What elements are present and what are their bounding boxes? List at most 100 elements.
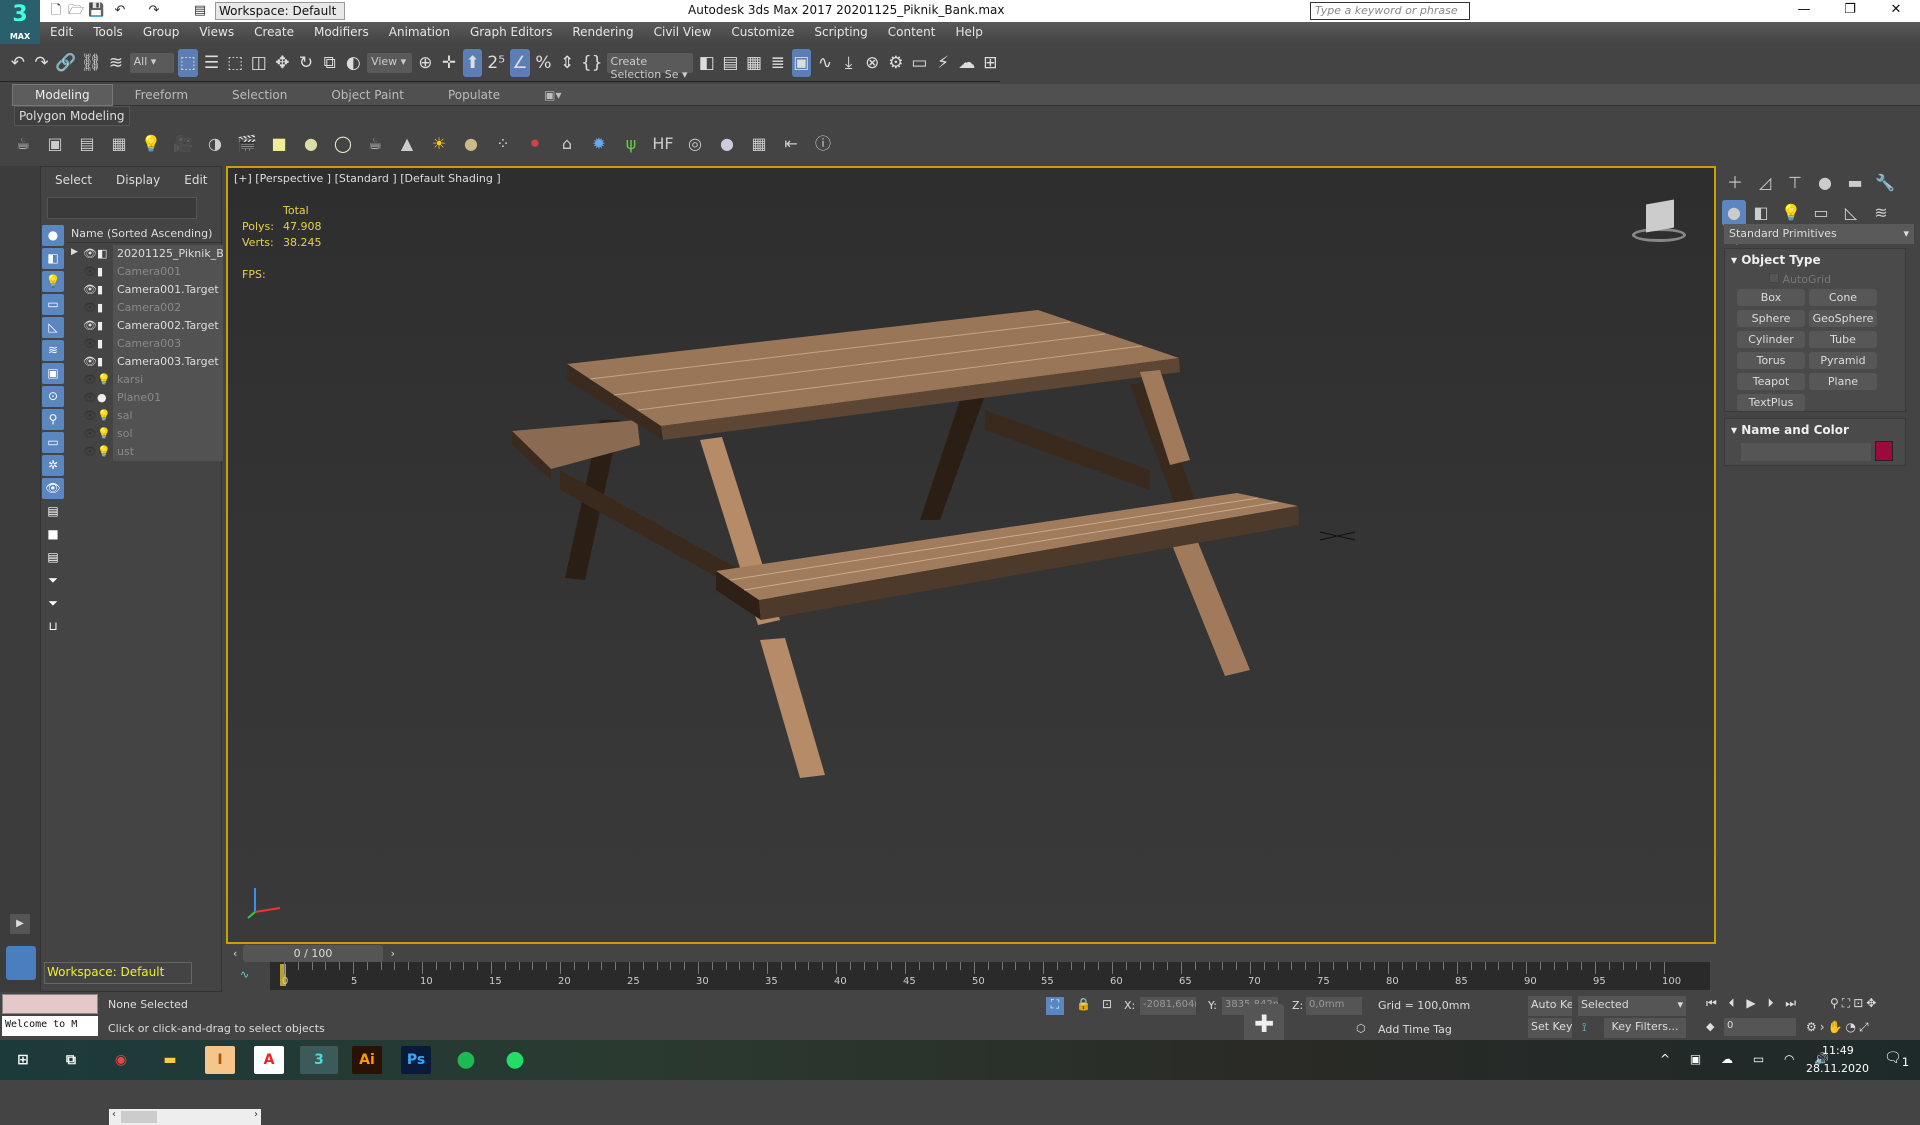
percent-snap-icon[interactable]: % <box>534 49 554 77</box>
box-outline-icon[interactable]: ■ <box>42 524 64 545</box>
expand-arrow-icon[interactable]: ▶ <box>10 914 30 934</box>
scene-item[interactable]: 👁 💡 sal <box>67 407 223 425</box>
lock-icon[interactable]: 🔒 <box>1076 997 1091 1011</box>
manipulate-icon[interactable]: ✛ <box>439 49 459 77</box>
primitive-button-tube[interactable]: Tube <box>1809 331 1877 348</box>
search-input[interactable]: Type a keyword or phrase <box>1310 2 1470 20</box>
gear-sphere-icon[interactable]: ✹ <box>586 131 612 157</box>
xrefs-filter-icon[interactable]: ⊙ <box>42 386 64 407</box>
menu-help[interactable]: Help <box>946 22 993 42</box>
chrome-icon[interactable]: ◉ <box>106 1046 136 1074</box>
task-view-icon[interactable]: ⧉ <box>56 1046 86 1074</box>
filter-icon[interactable]: ⏷ <box>42 570 64 591</box>
clock-date[interactable]: 28.11.2020 <box>1806 1062 1869 1075</box>
motion-tab-icon[interactable]: ● <box>1810 170 1840 196</box>
bones-filter-icon[interactable]: ⚲ <box>42 409 64 430</box>
film-camera-icon[interactable]: 🎬 <box>234 131 260 157</box>
polygon-modeling-panel[interactable]: Polygon Modeling <box>14 106 130 126</box>
help-icon[interactable]: ⓘ <box>810 131 836 157</box>
create-tab-icon[interactable]: ＋ <box>1720 170 1750 196</box>
modify-tab-icon[interactable]: ◿ <box>1750 170 1780 196</box>
set-key-big-icon[interactable]: ✚ <box>1244 1004 1284 1044</box>
playback-controls[interactable]: ⏮ ⏴ ▶ ⏵ ⏭ <box>1706 996 1800 1011</box>
visibility-eye-icon[interactable]: 👁 <box>83 373 97 386</box>
menu-graph-editors[interactable]: Graph Editors <box>460 22 562 42</box>
hierarchy-tab-icon[interactable]: ⊤ <box>1780 170 1810 196</box>
cone-icon[interactable]: ▲ <box>394 131 420 157</box>
explorer-tab-select[interactable]: Select <box>41 167 102 193</box>
illustrator-icon[interactable]: Ai <box>352 1046 382 1074</box>
cameras-icon[interactable]: ▭ <box>1806 200 1836 226</box>
grid-tiles-icon[interactable]: ▦ <box>746 131 772 157</box>
tab-selection[interactable]: Selection <box>210 85 309 105</box>
rect-selection-icon[interactable]: ⬚ <box>225 49 245 77</box>
visibility-eye-icon[interactable]: 👁 <box>83 301 97 314</box>
render-frame-icon[interactable]: ▣ <box>42 131 68 157</box>
edit-named-sets-icon[interactable]: {} <box>581 49 603 77</box>
visibility-eye-icon[interactable]: 👁 <box>83 265 97 278</box>
scale-icon[interactable]: ⧉ <box>320 49 340 77</box>
visibility-eye-icon[interactable]: 👁 <box>83 319 97 332</box>
angle-snap-icon[interactable]: ∠ <box>510 48 530 77</box>
grass-icon[interactable]: ψ <box>618 131 644 157</box>
render-setup-icon[interactable]: ⚙ <box>886 49 906 77</box>
menu-edit[interactable]: Edit <box>40 22 83 42</box>
sphere-icon[interactable]: ● <box>714 131 740 157</box>
autocad-icon[interactable]: A <box>254 1046 284 1074</box>
new-file-icon[interactable]: 🗋 <box>48 3 64 19</box>
3dsmax-taskbar-icon[interactable]: 3 <box>300 1046 338 1074</box>
sphere-light-icon[interactable]: ◯ <box>330 131 356 157</box>
clock-time[interactable]: 11:49 <box>1822 1044 1854 1057</box>
primitive-button-sphere[interactable]: Sphere <box>1737 310 1805 327</box>
move-icon[interactable]: ✥ <box>273 49 293 77</box>
primitive-button-cylinder[interactable]: Cylinder <box>1737 331 1805 348</box>
undo-icon[interactable]: ↶ <box>8 49 28 77</box>
helpers-icon[interactable]: ◺ <box>1836 200 1866 226</box>
current-frame-field[interactable]: 0 <box>1724 1018 1796 1036</box>
close-button[interactable]: ✕ <box>1876 2 1916 17</box>
scene-item[interactable]: 👁 ▮ Camera003 <box>67 335 223 353</box>
explorer-tab-edit[interactable]: Edit <box>170 167 217 193</box>
half-sphere-icon[interactable]: ◑ <box>202 131 228 157</box>
menu-rendering[interactable]: Rendering <box>562 22 643 42</box>
x-coordinate-field[interactable]: -2081,604r <box>1140 997 1196 1015</box>
open-file-icon[interactable]: 🗁 <box>68 3 84 19</box>
named-selection-dropdown[interactable]: Create Selection Se ▾ <box>606 52 694 81</box>
photoshop-icon[interactable]: Ps <box>401 1046 431 1074</box>
maxscript-input[interactable]: Welcome to M <box>2 1016 98 1036</box>
primitive-button-pyramid[interactable]: Pyramid <box>1809 352 1877 369</box>
scene-item[interactable]: 👁 ▮ Camera002.Target <box>67 317 223 335</box>
teapot-icon[interactable]: ☕ <box>10 131 36 157</box>
folder-icon[interactable]: ⊔ <box>42 616 64 637</box>
funnel-icon[interactable]: ⏷ <box>42 593 64 614</box>
autogrid-checkbox[interactable] <box>1769 273 1779 283</box>
collapse-arrow-icon[interactable]: ▾ <box>1731 423 1737 437</box>
visibility-eye-icon[interactable]: 👁 <box>83 247 97 260</box>
menu-customize[interactable]: Customize <box>721 22 804 42</box>
scene-item[interactable]: 👁 ▮ Camera002 <box>67 299 223 317</box>
set-key-button[interactable]: Set Key <box>1528 1018 1572 1038</box>
ox-icon[interactable]: ◎ <box>682 131 708 157</box>
menu-create[interactable]: Create <box>244 22 304 42</box>
menu-scripting[interactable]: Scripting <box>804 22 877 42</box>
menu-group[interactable]: Group <box>133 22 190 42</box>
visibility-eye-icon[interactable]: 👁 <box>83 409 97 422</box>
primitive-button-box[interactable]: Box <box>1737 289 1805 306</box>
bind-space-warp-icon[interactable]: ≋ <box>106 49 126 77</box>
primitive-button-teapot[interactable]: Teapot <box>1737 373 1805 390</box>
object-color-swatch[interactable] <box>1875 441 1893 461</box>
primitive-button-geosphere[interactable]: GeoSphere <box>1809 310 1877 327</box>
ribbon-toggle-icon[interactable]: ≣ <box>768 49 788 77</box>
z-coordinate-field[interactable]: 0,0mm <box>1306 997 1362 1015</box>
visibility-eye-icon[interactable]: 👁 <box>83 427 97 440</box>
workspace-dropdown[interactable]: Workspace: Default ▾ <box>215 2 345 34</box>
hair-icon[interactable]: HF <box>650 131 676 157</box>
scene-item[interactable]: 👁 ▮ Camera003.Target <box>67 353 223 371</box>
scene-item[interactable]: 👁 ▮ Camera001 <box>67 263 223 281</box>
import-icon[interactable]: ⇤ <box>778 131 804 157</box>
time-slider[interactable]: ‹ 0 / 100 › <box>233 945 395 962</box>
menu-animation[interactable]: Animation <box>379 22 460 42</box>
scene-explorer-icon[interactable]: ▣ <box>791 48 812 77</box>
restore-button[interactable]: ❐ <box>1830 2 1870 17</box>
geometry-filter-icon[interactable]: ● <box>42 225 64 246</box>
